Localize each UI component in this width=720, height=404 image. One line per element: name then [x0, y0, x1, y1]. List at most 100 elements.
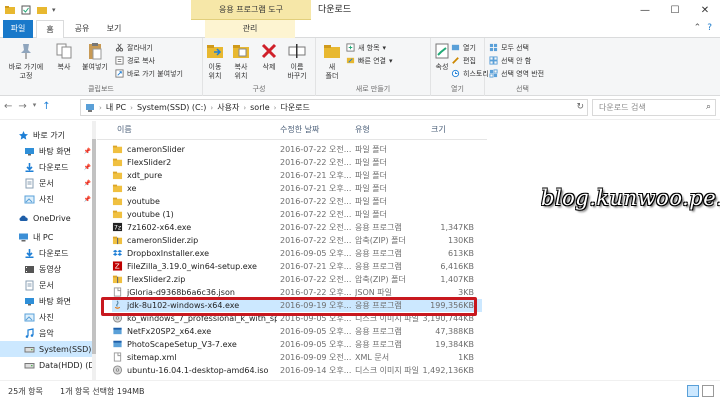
delete-button[interactable]: 삭제 [259, 41, 279, 72]
nav-item[interactable]: 문서 [0, 277, 95, 293]
nav-item[interactable]: Data(HDD) (D:) [0, 357, 95, 373]
nav-item[interactable]: OneDrive [0, 210, 95, 226]
pin-icon[interactable]: 📌 [84, 148, 91, 155]
maximize-button[interactable]: ☐ [660, 0, 690, 20]
file-row[interactable]: jGloria-d9368b6a6c36.json 2016-07-22 오후..… [112, 286, 482, 299]
pin-icon[interactable]: 📌 [84, 196, 91, 203]
column-header-name[interactable]: 이름 [117, 121, 132, 139]
breadcrumb-user[interactable]: sorle [250, 103, 270, 112]
file-size: 199,356KB [430, 301, 474, 310]
nav-item-label: 동영상 [39, 264, 62, 274]
new-item-icon [346, 43, 355, 52]
nav-item[interactable]: 음악 [0, 325, 95, 341]
file-row[interactable]: NetFx20SP2_x64.exe 2016-09-05 오후... 응용 프로그… [112, 325, 482, 338]
file-row[interactable]: ko_windows_7_professional_k_with_sp1... 2… [112, 312, 482, 325]
file-row[interactable]: ubuntu-16.04.1-desktop-amd64.iso 2016-09-… [112, 364, 482, 377]
new-item-button[interactable]: 새 항목 ▾ [346, 42, 386, 53]
svg-text:7z: 7z [114, 225, 122, 232]
copy-to-icon [233, 45, 249, 58]
select-none-label: 선택 안 함 [501, 56, 532, 65]
move-to-button[interactable]: 이동 위치 [203, 41, 227, 81]
copy-button[interactable]: 복사 [52, 41, 76, 72]
chevron-up-icon[interactable]: ⌃ [694, 23, 702, 33]
back-arrow-icon[interactable]: ← [4, 101, 12, 112]
chevron-down-icon[interactable]: ▾ [52, 6, 56, 14]
select-all-button[interactable]: 모두 선택 [489, 42, 529, 53]
breadcrumb-drive-c[interactable]: System(SSD) (C:) [137, 103, 206, 112]
chevron-down-icon[interactable]: ▾ [33, 101, 37, 112]
nav-item[interactable]: System(SSD) (C:) [0, 341, 95, 357]
file-row[interactable]: cameronSlider 2016-07-22 오전... 파일 폴더 [112, 143, 482, 156]
download-icon [25, 248, 34, 258]
breadcrumb-users[interactable]: 사용자 [217, 102, 239, 113]
column-header-size[interactable]: 크기 [431, 121, 446, 139]
pin-quick-access-button[interactable]: 바로 가기에 고정 [6, 41, 46, 81]
file-row[interactable]: xe 2016-07-21 오후... 파일 폴더 [112, 182, 482, 195]
folder-icon[interactable] [4, 4, 16, 16]
tab-file[interactable]: 파일 [3, 20, 33, 38]
copy-to-button[interactable]: 복사 위치 [229, 41, 253, 81]
properties-button[interactable]: 속성 [433, 41, 451, 72]
nav-scrollbar[interactable] [92, 121, 96, 380]
pin-icon[interactable]: 📌 [84, 180, 91, 187]
tab-view[interactable]: 보기 [100, 20, 128, 38]
select-none-button[interactable]: 선택 안 함 [489, 55, 531, 66]
file-row[interactable]: FlexSlider2 2016-07-22 오전... 파일 폴더 [112, 156, 482, 169]
up-arrow-icon[interactable]: ↑ [42, 101, 50, 112]
refresh-icon[interactable]: ↻ [576, 102, 584, 112]
file-row[interactable]: 7z 7z1602-x64.exe 2016-07-22 오전... 응용 프로그램 1… [112, 221, 482, 234]
breadcrumb-my-pc[interactable]: 내 PC [106, 102, 126, 113]
properties-icon[interactable] [20, 4, 32, 16]
rename-button[interactable]: 이름 바꾸기 [283, 41, 311, 81]
nav-item[interactable]: 사진 [0, 309, 95, 325]
file-row[interactable]: Z FileZilla_3.19.0_win64-setup.exe 2016-07… [112, 260, 482, 273]
nav-item[interactable]: 문서 📌 [0, 175, 95, 191]
easy-access-button[interactable]: 빠른 연결 ▾ [346, 55, 393, 66]
nav-item[interactable]: 바탕 화면 [0, 293, 95, 309]
file-row[interactable]: FlexSlider2.zip 2016-07-22 오전... 압축(ZIP) 폴… [112, 273, 482, 286]
details-view-icon[interactable] [687, 385, 699, 397]
file-row[interactable]: sitemap.xml 2016-09-09 오전... XML 문서 1KB [112, 351, 482, 364]
copy-path-button[interactable]: 경로 복사 [115, 55, 155, 66]
tab-manage[interactable]: 관리 [205, 20, 295, 38]
address-bar[interactable]: › 내 PC › System(SSD) (C:) › 사용자 › sorle … [80, 99, 588, 116]
nav-item[interactable]: 다운로드 📌 [0, 159, 95, 175]
file-row[interactable]: jdk-8u102-windows-x64.exe 2016-09-19 오후..… [112, 299, 482, 312]
nav-item[interactable]: 사진 📌 [0, 191, 95, 207]
history-button[interactable]: 히스토리 [451, 68, 489, 79]
tab-home[interactable]: 홈 [36, 20, 64, 39]
nav-scrollbar-thumb[interactable] [92, 139, 96, 354]
large-icons-view-icon[interactable] [702, 385, 714, 397]
nav-item[interactable]: 바탕 화면 📌 [0, 143, 95, 159]
pin-icon[interactable]: 📌 [84, 164, 91, 171]
file-row[interactable]: xdt_pure 2016-07-21 오후... 파일 폴더 [112, 169, 482, 182]
nav-item[interactable]: 다운로드 [0, 245, 95, 261]
column-header-type[interactable]: 유형 [355, 121, 370, 139]
file-row[interactable]: youtube 2016-07-22 오전... 파일 폴더 [112, 195, 482, 208]
paste-button[interactable]: 붙여넣기 [79, 41, 111, 72]
file-row[interactable]: DropboxInstaller.exe 2016-09-05 오후... 응용 프… [112, 247, 482, 260]
cut-button[interactable]: 잘라내기 [115, 42, 153, 53]
nav-item[interactable]: 동영상 [0, 261, 95, 277]
nav-item[interactable]: 내 PC [0, 229, 95, 245]
column-header-date[interactable]: 수정한 날짜 [280, 121, 319, 139]
file-row[interactable]: youtube (1) 2016-07-22 오전... 파일 폴더 [112, 208, 482, 221]
open-button[interactable]: 열기 [451, 42, 476, 53]
file-row[interactable]: PhotoScapeSetup_V3-7.exe 2016-09-05 오후...… [112, 338, 482, 351]
close-button[interactable]: ✕ [690, 0, 720, 20]
edit-button[interactable]: 편집 [451, 55, 476, 66]
breadcrumb-downloads[interactable]: 다운로드 [280, 102, 309, 113]
file-type: XML 문서 [355, 353, 390, 362]
paste-shortcut-button[interactable]: 바로 가기 붙여넣기 [115, 68, 183, 79]
file-row[interactable]: cameronSlider.zip 2016-07-22 오전... 압축(ZIP)… [112, 234, 482, 247]
minimize-button[interactable]: — [630, 0, 660, 20]
forward-arrow-icon[interactable]: → [18, 101, 26, 112]
new-folder-icon[interactable] [36, 4, 48, 16]
file-icon [113, 287, 122, 297]
nav-item[interactable]: 바로 가기 [0, 127, 95, 143]
invert-selection-button[interactable]: 선택 영역 반전 [489, 68, 544, 79]
search-input[interactable]: 다운로드 검색 ⌕ [592, 99, 716, 116]
tab-share[interactable]: 공유 [68, 20, 96, 38]
new-folder-button[interactable]: 새 폴더 [320, 41, 344, 81]
help-icon[interactable]: ? [707, 23, 712, 33]
